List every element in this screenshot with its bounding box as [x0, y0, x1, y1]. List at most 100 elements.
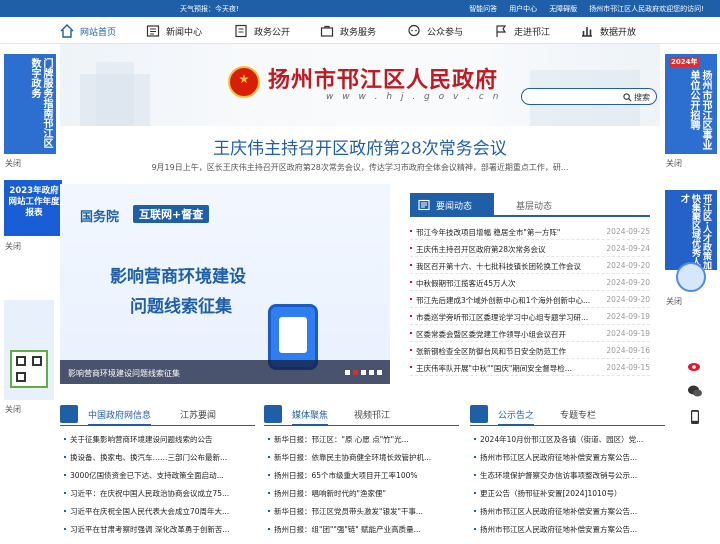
- robot-assistant-icon[interactable]: [676, 262, 706, 292]
- column-header: 媒体聚焦 视频邗江: [264, 404, 459, 426]
- tab-grassroots-news[interactable]: 基层动态: [516, 199, 552, 212]
- news-item[interactable]: 邗江先后建成3个域外创新中心和1个海外创新中心... 2024-09-20: [410, 291, 650, 308]
- search-button[interactable]: 搜索: [623, 91, 650, 103]
- column-item[interactable]: 生态环境保护督察交办信访事项整改销号公示...: [470, 470, 665, 488]
- nav-news[interactable]: 新闻中心: [146, 23, 202, 39]
- national-emblem-icon: [228, 66, 260, 98]
- chat-icon: [408, 24, 420, 37]
- close-button[interactable]: 关闭: [666, 158, 682, 169]
- news-item[interactable]: 王庆伟主持召开区政府第28次常务会议 2024-09-24: [410, 240, 650, 257]
- right-float-ad-recruit-text: 扬州市邗江区事业单位公开招聘: [688, 70, 711, 150]
- slide-dot[interactable]: [345, 370, 350, 375]
- megaphone-icon: [470, 405, 488, 423]
- site-title: 扬州市邗江区人民政府: [268, 67, 499, 93]
- news-item[interactable]: 市委巡学旁听邗江区委理论学习中心组专题学习研... 2024-09-19: [410, 308, 650, 325]
- news-item[interactable]: 张新钢检查全区防御台风和节日安全防范工作 2024-09-16: [410, 342, 650, 359]
- nav-public-label: 公众参与: [427, 27, 464, 38]
- column-item[interactable]: 新华日报：邗江区党员带头激发"银发"干事...: [264, 506, 459, 524]
- nav-home-label: 网站首页: [80, 27, 117, 38]
- slide-dot[interactable]: [377, 370, 382, 375]
- column-item[interactable]: 扬州日报：组"团""强"链" 赋能产业高质量...: [264, 524, 459, 542]
- column-item[interactable]: 习近平：在庆祝中国人民政治协商会议成立75...: [60, 488, 255, 506]
- slide-dot[interactable]: [353, 370, 358, 375]
- news-item[interactable]: 区委常委会暨区委党建工作领导小组会议召开 2024-09-19: [410, 325, 650, 342]
- left-float-ad-report[interactable]: 2023年政府网站工作年度报表: [4, 180, 62, 236]
- close-button[interactable]: 关闭: [5, 158, 21, 169]
- column-item[interactable]: 习近平在庆祝全国人民代表大会成立70周年大...: [60, 506, 255, 524]
- column-item[interactable]: 关于征集影响营商环境建设问题线索的公告: [60, 434, 255, 452]
- column-item[interactable]: 更正公告（扬邗征补安置[2024]1010号）: [470, 488, 665, 506]
- nav-gov-open[interactable]: 政务公开: [234, 23, 290, 39]
- nav-data[interactable]: 数据开放: [580, 23, 636, 39]
- nav-gov-service[interactable]: 政务服务: [320, 23, 376, 39]
- column-item[interactable]: 扬州日报：65个市级重大项目开工率100%: [264, 470, 459, 488]
- nav-home[interactable]: 网站首页: [60, 23, 116, 39]
- smart-qa-link[interactable]: 智能问答: [469, 4, 497, 14]
- close-button[interactable]: 关闭: [666, 296, 682, 307]
- close-button[interactable]: 关闭: [5, 404, 21, 415]
- accessibility-link[interactable]: 无障碍版: [549, 4, 577, 14]
- news-item-date: 2024-09-19: [606, 329, 650, 338]
- column-item[interactable]: 3000亿国债资金已下达、支持政策全面启动...: [60, 470, 255, 488]
- nav-public[interactable]: 公众参与: [407, 23, 463, 39]
- wechat-icon[interactable]: [684, 380, 706, 402]
- column-item[interactable]: 换设备、换家电、换汽车……三部门公布最新...: [60, 452, 255, 470]
- home-icon: [60, 24, 74, 38]
- slide-caption[interactable]: 影响营商环境建设问题线索征集: [60, 360, 390, 384]
- tab-jiangsu-news[interactable]: 江苏要闻: [180, 408, 216, 421]
- news-item[interactable]: 王庆伟率队开展"中秋""国庆"期间安全督导检... 2024-09-15: [410, 359, 650, 376]
- column-item[interactable]: 扬州市邗江区人民政府征地补偿安置方案公告...: [470, 506, 665, 524]
- right-float-ad-talent-text: 邗江区·人才政策加快集聚区域优秀人才: [679, 194, 711, 270]
- right-float-ad-recruit[interactable]: 2024年 扬州市邗江区事业单位公开招聘: [665, 54, 717, 154]
- slide-headline-line1: 影响营商环境建设: [110, 267, 246, 287]
- slide-dot[interactable]: [369, 370, 374, 375]
- slide-dot[interactable]: [361, 370, 366, 375]
- column-item-title: 3000亿国债资金已下达、支持政策全面启动...: [70, 471, 224, 480]
- tab-gov-network[interactable]: 中国政府网信息: [88, 408, 152, 426]
- tab-special-topics[interactable]: 专题专栏: [560, 408, 596, 421]
- column-item[interactable]: 扬州市邗江区人民政府征地补偿安置方案公告...: [470, 452, 665, 470]
- news-item[interactable]: 中秋假期邗江揽客近45万人次 2024-09-20: [410, 274, 650, 291]
- focus-slideshow[interactable]: 国务院 互联网+督查 影响营商环境建设 问题线索征集 影响营商环境建设问题线索征…: [60, 184, 390, 384]
- right-float-ad-talent[interactable]: 邗江区·人才政策加快集聚区域优秀人才: [665, 190, 717, 270]
- headline-title[interactable]: 王庆伟主持召开区政府第28次常务会议: [0, 134, 720, 159]
- nav-news-label: 新闻中心: [166, 27, 203, 38]
- news-item-title: 邗江今年技改项目增幅 稳居全市"第一方阵": [416, 228, 561, 237]
- tab-media-focus[interactable]: 媒体聚焦: [292, 408, 329, 426]
- left-float-ad-service[interactable]: 门牌服务指南邗江区数字政务: [4, 54, 56, 154]
- nav-data-label: 数据开放: [600, 27, 637, 38]
- column-gov-info: 中国政府网信息 江苏要闻 关于征集影响营商环境建设问题线索的公告 换设备、换家电、…: [60, 404, 255, 544]
- column-item[interactable]: 新华日报：依靠民主协商健全环境长效管护机...: [264, 452, 459, 470]
- news-tabs: 要闻动态 基层动态: [410, 192, 650, 217]
- gov-info-icon: [60, 405, 78, 423]
- weibo-icon[interactable]: [684, 354, 706, 376]
- headline-summary[interactable]: 9月19日上午，区长王庆伟主持召开区政府第28次常务会议，传达学习市政府全体会议…: [0, 162, 720, 173]
- column-item-title: 新华日报：依靠民主协商健全环境长效管护机...: [274, 453, 432, 462]
- news-item-date: 2024-09-24: [606, 244, 650, 253]
- news-item-date: 2024-09-16: [606, 346, 650, 355]
- column-item[interactable]: 扬州日报：唱响新时代的"渔家俚": [264, 488, 459, 506]
- mobile-icon[interactable]: [684, 406, 706, 428]
- tab-video-hanjiang[interactable]: 视频邗江: [354, 408, 390, 421]
- column-item-title: 扬州日报：65个市级重大项目开工率100%: [274, 471, 418, 480]
- tab-public-notice[interactable]: 公示告之: [498, 408, 535, 426]
- column-media: 媒体聚焦 视频邗江 新华日报：邗江区："原 心愿 点"竹"光... 新华日报：依靠…: [264, 404, 459, 544]
- column-item[interactable]: 扬州市邗江区人民政府征地补偿安置方案公告...: [470, 524, 665, 542]
- search-input[interactable]: [528, 91, 618, 103]
- tab-key-news[interactable]: 要闻动态: [410, 193, 494, 217]
- news-item[interactable]: 我区召开第十六、十七批科技镇长团轮换工作会议 2024-09-20: [410, 257, 650, 274]
- column-item-title: 换设备、换家电、换汽车……三部门公布最新...: [70, 453, 228, 462]
- slide-tag-supervision: 互联网+督查: [133, 205, 210, 223]
- left-float-qr-code[interactable]: [4, 300, 54, 400]
- close-button[interactable]: 关闭: [5, 241, 21, 252]
- top-links: 智能问答 用户中心 无障碍版 扬州市邗江区人民政府欢迎您的访问!: [469, 4, 704, 14]
- qr-code-icon: [10, 350, 48, 388]
- nav-hanjiang[interactable]: 走进邗江: [494, 23, 550, 39]
- user-center-link[interactable]: 用户中心: [509, 4, 537, 14]
- media-icon: [264, 405, 282, 423]
- column-item[interactable]: 2024年10月份邗江区及各镇（街道、园区）党...: [470, 434, 665, 452]
- column-item[interactable]: 习近平在甘肃考察时强调 深化改革勇于创新苦...: [60, 524, 255, 542]
- column-item[interactable]: 新华日报：邗江区："原 心愿 点"竹"光...: [264, 434, 459, 452]
- briefcase-icon: [320, 25, 334, 37]
- news-item[interactable]: 邗江今年技改项目增幅 稳居全市"第一方阵" 2024-09-25: [410, 223, 650, 240]
